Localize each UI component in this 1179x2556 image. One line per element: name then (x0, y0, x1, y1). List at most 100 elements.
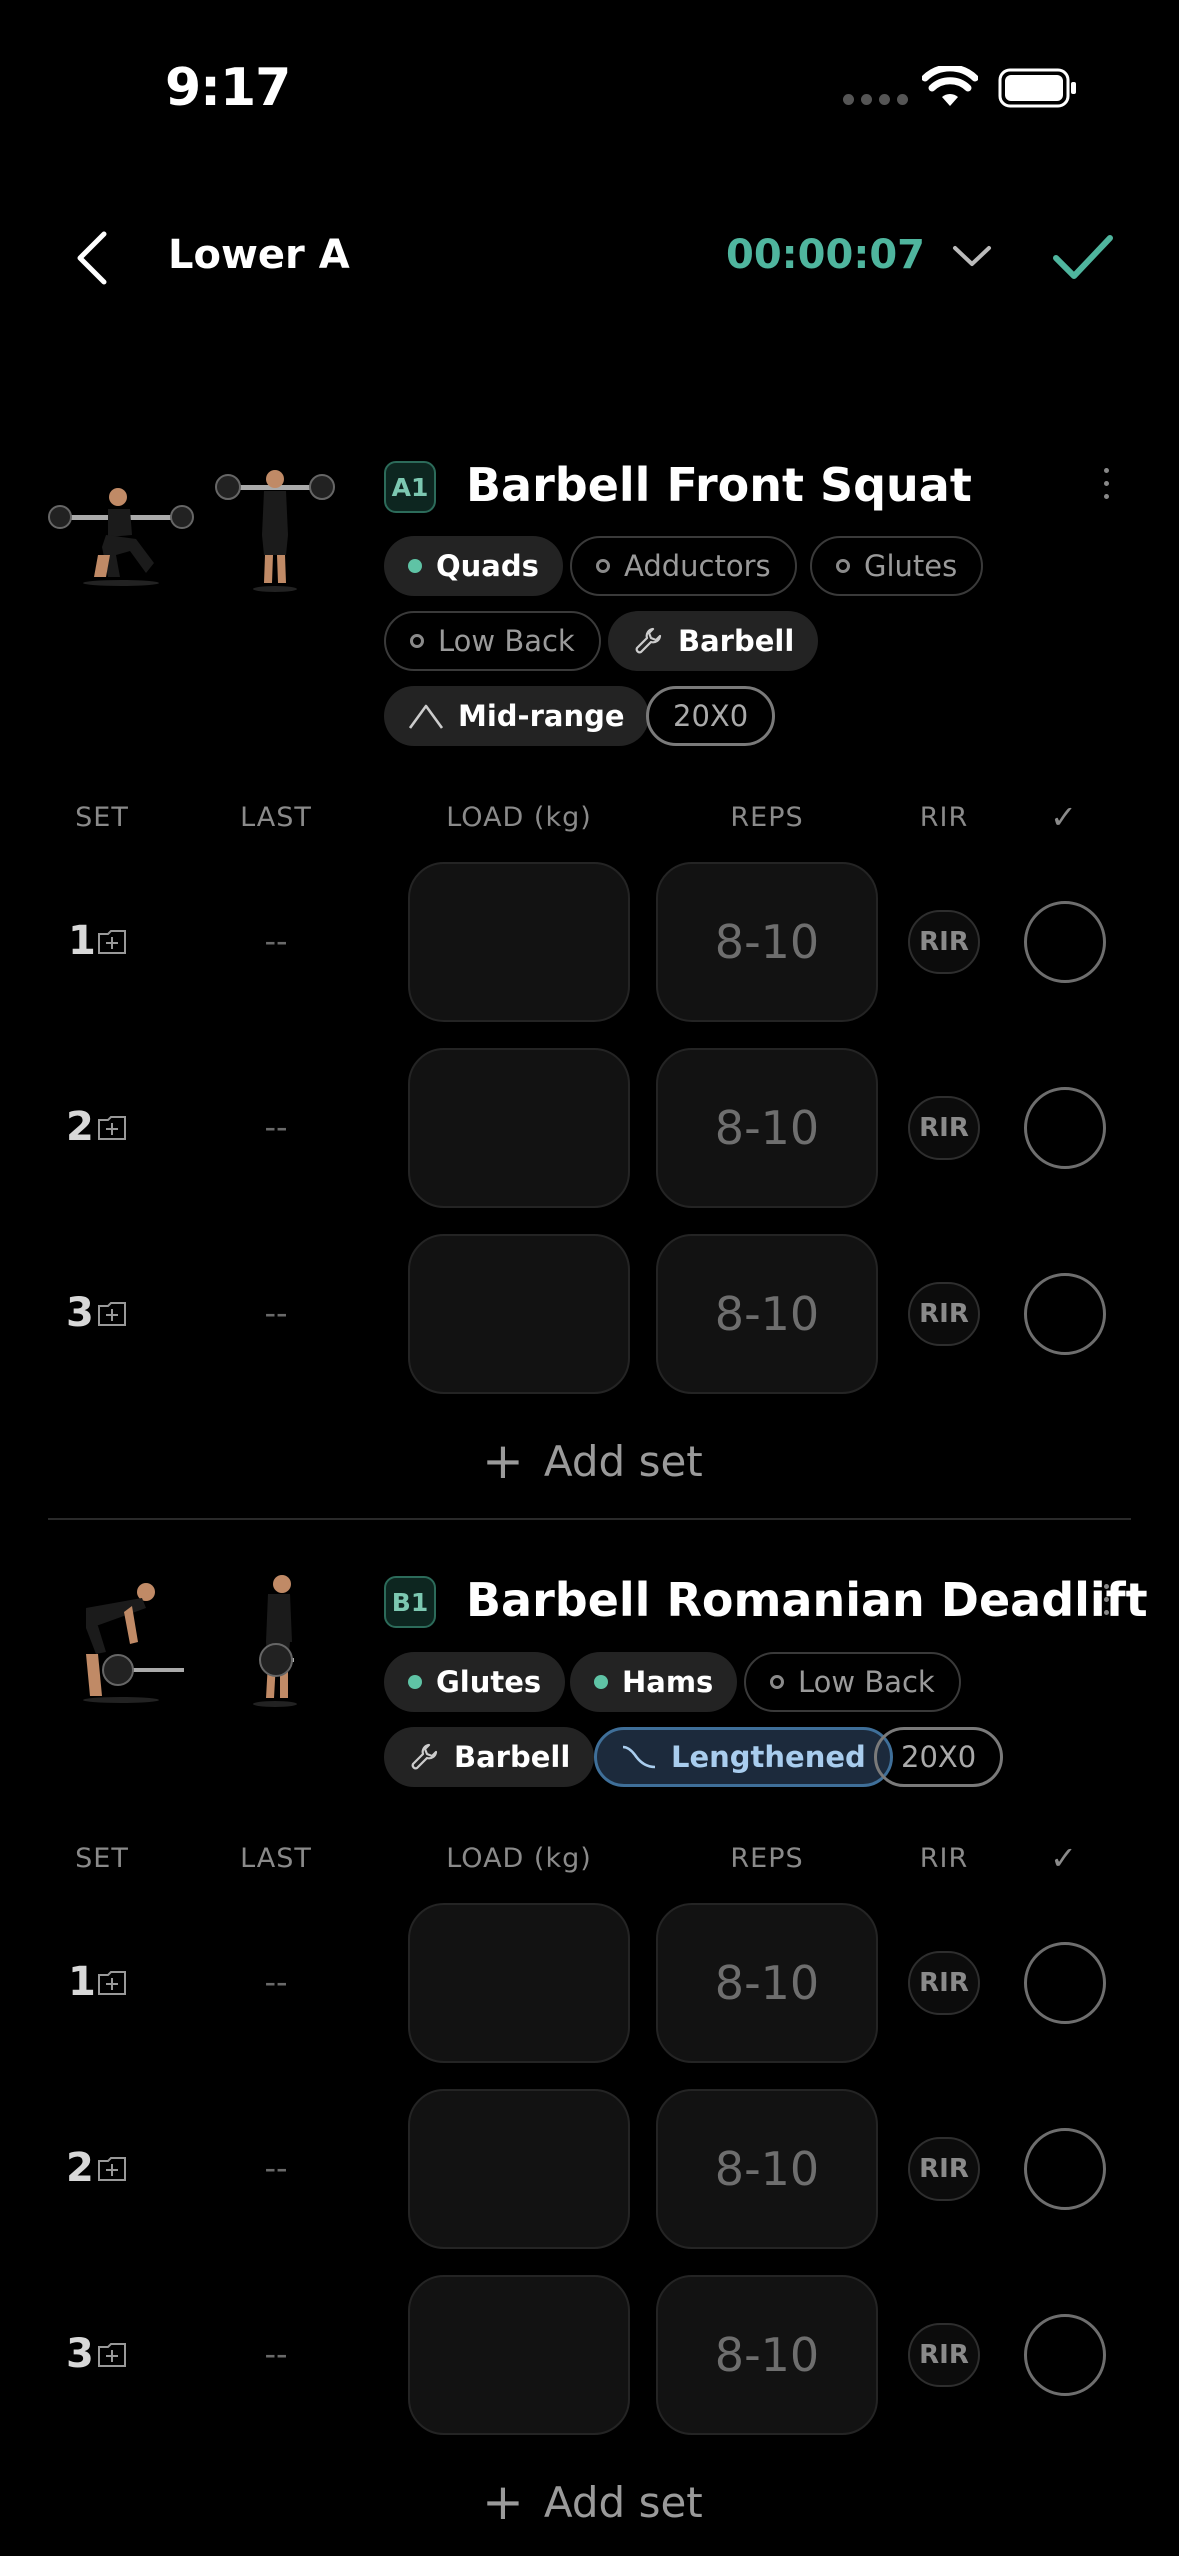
muscle-chip-secondary: Low Back (744, 1652, 961, 1712)
resistance-profile-chip: Lengthened (594, 1727, 893, 1787)
cellular-signal-icon (843, 94, 908, 106)
reps-input[interactable]: 8-10 (656, 862, 878, 1022)
load-input[interactable] (408, 1234, 630, 1394)
secondary-muscle-dot-icon (596, 559, 610, 573)
exercise-thumbnail-start[interactable] (46, 455, 196, 605)
muscle-chip-primary: Hams (570, 1652, 738, 1712)
superset-label-badge: B1 (384, 1576, 436, 1628)
set-complete-checkbox[interactable] (1024, 2314, 1106, 2396)
load-input[interactable] (408, 1903, 630, 2063)
reps-input[interactable]: 8-10 (656, 2089, 878, 2249)
set-type-icon[interactable] (96, 1114, 128, 1142)
back-chevron-icon[interactable] (68, 228, 118, 288)
set-type-icon[interactable] (96, 1300, 128, 1328)
col-header-set: SET (75, 802, 129, 833)
exercise-thumbnail-start[interactable] (46, 1572, 196, 1722)
tempo-chip: 20X0 (646, 686, 776, 746)
reps-input[interactable]: 8-10 (656, 1234, 878, 1394)
reps-input[interactable]: 8-10 (656, 1048, 878, 1208)
last-value: -- (264, 1294, 288, 1332)
last-value: -- (264, 2149, 288, 2187)
col-header-last: LAST (240, 802, 312, 833)
muscle-chip-primary: Quads (384, 536, 563, 596)
set-number[interactable]: 3 (66, 2331, 94, 2377)
col-header-reps: REPS (730, 802, 804, 833)
wrench-icon (635, 627, 662, 654)
col-header-rir: RIR (919, 802, 969, 833)
col-header-done: ✓ (1050, 798, 1078, 836)
set-complete-checkbox[interactable] (1024, 1942, 1106, 2024)
plus-icon: + (482, 1432, 524, 1490)
last-value: -- (264, 922, 288, 960)
more-options-icon[interactable] (1100, 1584, 1112, 1624)
secondary-muscle-dot-icon (770, 1675, 784, 1689)
resistance-profile-chip: Mid-range (384, 686, 649, 746)
set-number[interactable]: 1 (68, 1959, 96, 2005)
set-type-icon[interactable] (96, 2341, 128, 2369)
exercise-divider (48, 1518, 1131, 1520)
set-complete-checkbox[interactable] (1024, 901, 1106, 983)
exercise-name[interactable]: Barbell Front Squat (466, 458, 972, 512)
lengthened-curve-icon (622, 1745, 656, 1769)
last-value: -- (264, 2335, 288, 2373)
last-value: -- (264, 1108, 288, 1146)
status-time: 9:17 (165, 58, 291, 118)
exercise-thumbnail-end[interactable] (200, 455, 350, 605)
rir-button[interactable]: RIR (908, 1951, 980, 2015)
equipment-chip: Barbell (384, 1727, 595, 1787)
muscle-chip-secondary: Adductors (570, 536, 797, 596)
rir-button[interactable]: RIR (908, 2137, 980, 2201)
col-header-load: LOAD (kg) (446, 802, 592, 833)
load-input[interactable] (408, 862, 630, 1022)
plus-icon: + (482, 2473, 524, 2531)
tempo-chip: 20X0 (874, 1727, 1004, 1787)
wrench-icon (411, 1743, 438, 1770)
workout-timer[interactable]: 00:00:07 (726, 232, 925, 278)
last-value: -- (264, 1963, 288, 2001)
set-number[interactable]: 2 (66, 1104, 94, 1150)
set-type-icon[interactable] (96, 2155, 128, 2183)
reps-input[interactable]: 8-10 (656, 1903, 878, 2063)
wifi-icon (922, 66, 978, 106)
load-input[interactable] (408, 2089, 630, 2249)
primary-muscle-dot-icon (594, 1675, 608, 1689)
reps-input[interactable]: 8-10 (656, 2275, 878, 2435)
load-input[interactable] (408, 1048, 630, 1208)
col-header-done: ✓ (1050, 1839, 1078, 1877)
workout-title: Lower A (168, 232, 350, 278)
col-header-last: LAST (240, 1843, 312, 1874)
secondary-muscle-dot-icon (410, 634, 424, 648)
muscle-chip-secondary: Low Back (384, 611, 601, 671)
exercise-thumbnail-end[interactable] (200, 1572, 350, 1722)
exercise-name[interactable]: Barbell Romanian Deadlift (466, 1573, 1148, 1627)
primary-muscle-dot-icon (408, 559, 422, 573)
set-number[interactable]: 2 (66, 2145, 94, 2191)
col-header-load: LOAD (kg) (446, 1843, 592, 1874)
set-complete-checkbox[interactable] (1024, 1273, 1106, 1355)
finish-workout-check-icon[interactable] (1052, 232, 1114, 282)
load-input[interactable] (408, 2275, 630, 2435)
add-set-button[interactable]: + Add set (482, 2473, 703, 2531)
set-number[interactable]: 3 (66, 1290, 94, 1336)
mid-range-curve-icon (408, 704, 444, 729)
set-complete-checkbox[interactable] (1024, 2128, 1106, 2210)
set-type-icon[interactable] (96, 928, 128, 956)
rir-button[interactable]: RIR (908, 1096, 980, 1160)
battery-icon (998, 68, 1076, 108)
rir-button[interactable]: RIR (908, 2323, 980, 2387)
muscle-chip-secondary: Glutes (810, 536, 984, 596)
set-number[interactable]: 1 (68, 918, 96, 964)
rir-button[interactable]: RIR (908, 910, 980, 974)
equipment-chip: Barbell (608, 611, 819, 671)
primary-muscle-dot-icon (408, 1675, 422, 1689)
chevron-down-icon[interactable] (950, 240, 994, 272)
set-complete-checkbox[interactable] (1024, 1087, 1106, 1169)
rir-button[interactable]: RIR (908, 1282, 980, 1346)
add-set-button[interactable]: + Add set (482, 1432, 703, 1490)
col-header-reps: REPS (730, 1843, 804, 1874)
set-type-icon[interactable] (96, 1969, 128, 1997)
superset-label-badge: A1 (384, 461, 436, 513)
col-header-set: SET (75, 1843, 129, 1874)
more-options-icon[interactable] (1100, 468, 1112, 508)
col-header-rir: RIR (919, 1843, 969, 1874)
